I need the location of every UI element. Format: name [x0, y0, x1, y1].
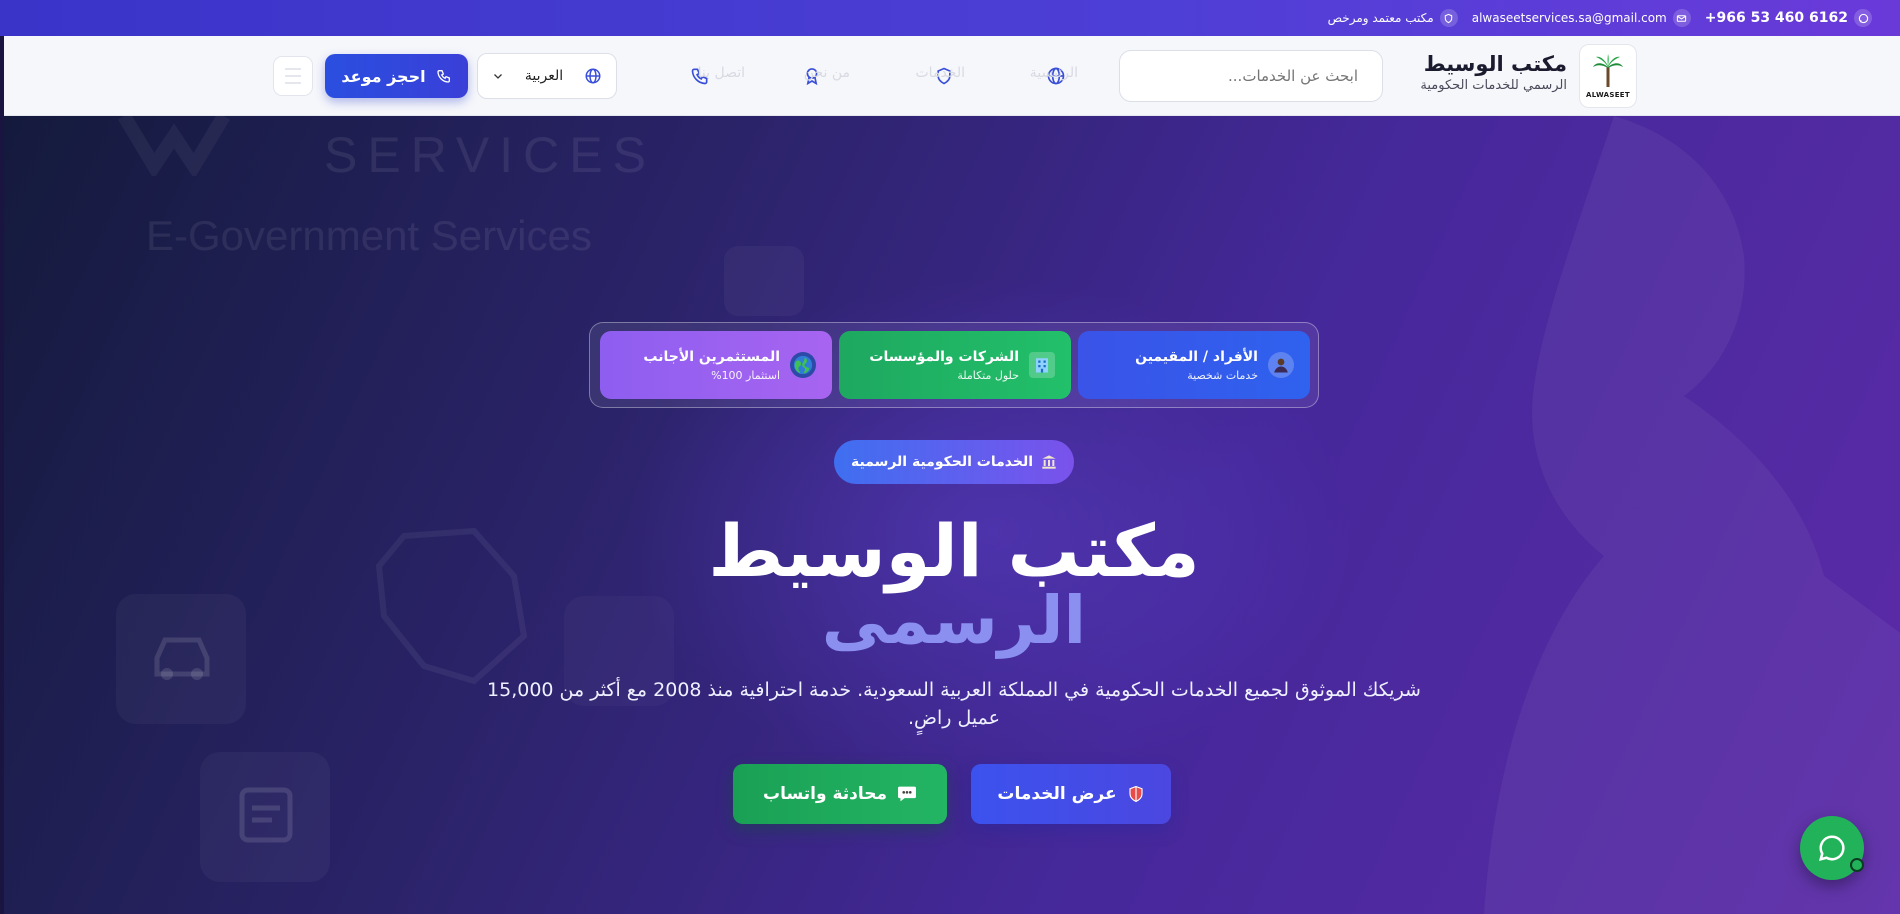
nav-services[interactable]: الخدمات [916, 65, 966, 81]
watermark-logo-shape [117, 116, 231, 176]
phone-icon [436, 70, 450, 83]
chevron-down-icon [494, 74, 502, 79]
book-appointment-button[interactable]: احجز موعد [325, 54, 468, 98]
hamburger-menu-button[interactable] [273, 56, 313, 96]
watermark-egov: E-Government Services [146, 212, 592, 259]
watermark-services: SERVICES [324, 127, 656, 183]
shield-icon [1439, 9, 1458, 27]
site-header: ALWASEET مكتب الوسيط الرسمي للخدمات الحك… [4, 36, 1900, 116]
license-text: مكتب معتمد ومرخص [1327, 11, 1434, 25]
document-icon [239, 787, 293, 843]
audience-title: الشركات والمؤسسات [869, 348, 1019, 365]
audience-selector: الأفراد / المقيمين خدمات شخصية الشركات و… [589, 322, 1319, 408]
hero-title-accent: الرسمى [821, 582, 1087, 659]
mail-icon [1672, 9, 1691, 27]
whatsapp-chat-label: محادثة واتساب [762, 784, 888, 804]
hero-section: SERVICES E-Government Services الأفراد /… [4, 116, 1900, 914]
book-appointment-label: احجز موعد [341, 66, 426, 86]
menu-line [285, 68, 301, 70]
audience-title: المستثمرين الأجانب [643, 348, 780, 365]
brand-subtitle: الرسمي للخدمات الحكومية [1420, 78, 1567, 93]
car-icon [154, 637, 210, 680]
language-label: العربية [524, 68, 564, 84]
chat-bubble-icon [898, 786, 917, 802]
logo[interactable]: ALWASEET [1579, 44, 1637, 108]
top-contact-bar: +966 53 460 6162 alwaseetservices.sa@gma… [0, 0, 1900, 36]
bank-icon [1042, 455, 1056, 469]
audience-investors-card[interactable]: المستثمرين الأجانب استثمار 100% [600, 331, 832, 399]
shield-icon [1129, 785, 1143, 803]
map-outline-shape [375, 527, 528, 685]
language-select[interactable]: العربية [477, 53, 617, 99]
person-icon [1268, 352, 1294, 378]
building-icon [1029, 352, 1055, 378]
audience-companies-card[interactable]: الشركات والمؤسسات حلول متكاملة [839, 331, 1071, 399]
hero-description: شريكك الموثوق لجميع الخدمات الحكومية في … [487, 679, 1421, 729]
brand-name: مكتب الوسيط [1423, 52, 1567, 76]
audience-subtitle: خدمات شخصية [1187, 368, 1258, 382]
person-silhouette [1484, 116, 1900, 914]
badge-label: الخدمات الحكومية الرسمية [850, 454, 1034, 470]
logo-text: ALWASEET [1586, 91, 1630, 99]
chat-icon [1818, 835, 1845, 862]
nav-contact[interactable]: اتصل بنا [698, 65, 745, 81]
search-input[interactable] [1119, 50, 1383, 102]
audience-subtitle: حلول متكاملة [957, 368, 1019, 382]
brand[interactable]: مكتب الوسيط الرسمي للخدمات الحكومية [1420, 52, 1567, 93]
nav-home[interactable]: الرئيسية [1030, 65, 1078, 81]
globe-icon [790, 352, 816, 378]
briefcase-tile [724, 246, 804, 316]
audience-title: الأفراد / المقيمين [1135, 348, 1258, 365]
audience-individuals-card[interactable]: الأفراد / المقيمين خدمات شخصية [1078, 331, 1310, 399]
globe-icon [585, 68, 601, 84]
view-services-button[interactable]: عرض الخدمات [971, 764, 1171, 824]
gov-services-badge: الخدمات الحكومية الرسمية [834, 440, 1074, 484]
palm-logo-icon [1593, 54, 1623, 87]
email-address[interactable]: alwaseetservices.sa@gmail.com [1472, 11, 1667, 25]
nav-about[interactable]: من نحن [804, 65, 850, 81]
audience-subtitle: استثمار 100% [711, 368, 780, 382]
menu-line [285, 82, 301, 84]
notification-dot [1850, 858, 1864, 872]
phone-number[interactable]: +966 53 460 6162 [1705, 10, 1848, 26]
view-services-label: عرض الخدمات [997, 784, 1117, 804]
whatsapp-chat-button[interactable]: محادثة واتساب [733, 764, 947, 824]
email-contact[interactable]: alwaseetservices.sa@gmail.com [1472, 9, 1691, 27]
menu-line [285, 75, 301, 77]
phone-contact[interactable]: +966 53 460 6162 [1705, 9, 1872, 27]
license-info: مكتب معتمد ومرخص [1328, 9, 1458, 27]
whatsapp-icon [1854, 9, 1872, 27]
